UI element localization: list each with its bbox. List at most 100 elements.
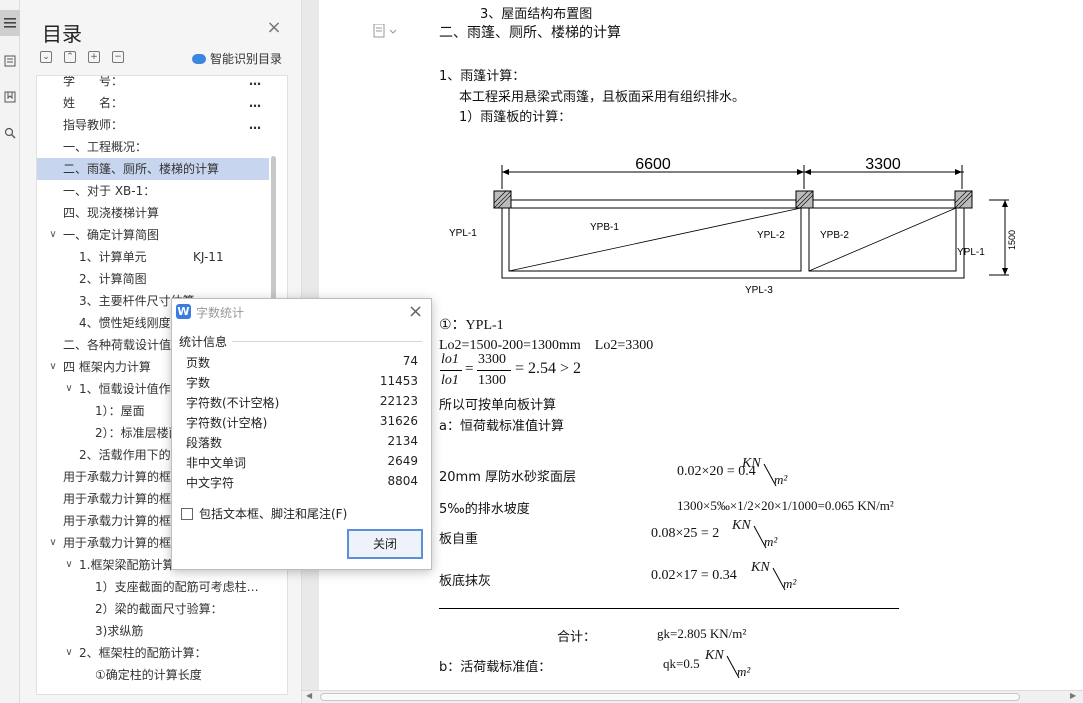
- stat-row: 字数 11453: [186, 374, 418, 394]
- toc-item[interactable]: ①确定柱的计算长度: [37, 664, 269, 686]
- expand-all-icon[interactable]: ⌄: [40, 51, 52, 63]
- toc-item-label: 指导教师：: [63, 118, 124, 132]
- label-ypl1-right: YPL-1: [957, 247, 985, 258]
- dialog-title: 字数统计: [196, 306, 245, 320]
- unit-fraction-5: KN m²: [705, 648, 751, 679]
- row4-value: 0.02×17 = 0.34: [651, 568, 737, 583]
- unit-fraction-3: KN m²: [732, 518, 778, 549]
- row2-label: 5‰的排水坡度: [439, 502, 530, 517]
- frac-den-right: 1300: [478, 373, 506, 388]
- stat-row: 中文字符 8804: [186, 474, 418, 494]
- toc-item[interactable]: 四、现浇楼梯计算: [37, 202, 269, 224]
- stats-section-title: 统计信息: [179, 335, 228, 349]
- live-load-title: b：活荷载标准值：: [439, 660, 552, 675]
- toc-item[interactable]: 1）支座截面的配筋可考虑柱…: [37, 576, 269, 598]
- toc-item[interactable]: ∨ 一、确定计算简图: [37, 224, 269, 246]
- chevron-down-icon[interactable]: ∨: [47, 224, 59, 246]
- section-heading: 二、雨篷、厕所、楼梯的计算: [439, 25, 621, 41]
- toc-item-label: 用于承载力计算的框: [63, 492, 172, 506]
- collapse-all-icon[interactable]: ⌃: [64, 51, 76, 63]
- stat-value: 22123: [379, 394, 418, 408]
- dialog-header[interactable]: W 字数统计 ×: [172, 299, 431, 325]
- toc-item-dots: …: [249, 96, 262, 110]
- bookmark-icon[interactable]: [0, 84, 20, 110]
- include-textbox-checkbox[interactable]: 包括文本框、脚注和尾注(F): [181, 505, 347, 522]
- toc-item[interactable]: 2、计算简图: [37, 268, 269, 290]
- cloud-icon: [192, 53, 206, 64]
- checkbox-icon[interactable]: [181, 507, 193, 520]
- toc-item-label: 1、计算单元: [79, 250, 147, 264]
- scroll-thumb[interactable]: [320, 693, 1020, 701]
- row3-value: 0.08×25 = 2: [651, 526, 720, 541]
- frac-num-left: lo1: [441, 352, 459, 367]
- add-heading-icon[interactable]: +: [88, 51, 100, 63]
- total-value: gk=2.805 KN/m²: [657, 626, 747, 641]
- chevron-down-icon[interactable]: ∨: [47, 532, 59, 554]
- toc-item-label: 2、活载作用下的: [79, 448, 171, 462]
- chevron-down-icon[interactable]: ∨: [63, 642, 75, 664]
- toc-item[interactable]: 一、工程概况：: [37, 136, 269, 158]
- subheading-canopy: 1、雨篷计算：: [439, 69, 526, 84]
- dim-6600: 6600: [635, 156, 671, 173]
- row4-label: 板底抹灰: [439, 574, 492, 589]
- toc-item-label: 四 框架内力计算: [63, 360, 151, 374]
- page-icon[interactable]: [373, 23, 399, 41]
- toc-item-label: 二、各种荷载设计值: [63, 338, 172, 352]
- toc-item-label: 一、对于 XB-1：: [63, 184, 156, 198]
- toc-item-label: 用于承载力计算的框: [63, 470, 172, 484]
- stat-label: 页数: [186, 356, 211, 370]
- label-ypb2: YPB-2: [820, 230, 849, 241]
- unit-fraction-4: KN m²: [751, 560, 797, 591]
- wps-logo-icon: W: [176, 304, 191, 319]
- find-icon[interactable]: [0, 120, 20, 146]
- toc-item[interactable]: 一、对于 XB-1：: [37, 180, 269, 202]
- stat-row: 段落数 2134: [186, 434, 418, 454]
- chevron-down-icon[interactable]: ∨: [63, 378, 75, 400]
- chapter-nav-icon[interactable]: [0, 48, 20, 74]
- toc-item-label: 2、计算简图: [79, 272, 147, 286]
- chevron-down-icon[interactable]: ∨: [47, 356, 59, 378]
- toc-item[interactable]: 3)求纵筋: [37, 620, 269, 642]
- stat-row: 字符数(计空格) 31626: [186, 414, 418, 434]
- scroll-left-icon[interactable]: ◀: [306, 691, 312, 700]
- stat-row: 字符数(不计空格) 22123: [186, 394, 418, 414]
- remove-heading-icon[interactable]: −: [112, 51, 124, 63]
- paragraph-canopy: 本工程采用悬梁式雨篷，且板面采用有组织排水。: [459, 90, 746, 105]
- toc-item[interactable]: ∨ 2、框架柱的配筋计算：: [37, 642, 269, 664]
- horizontal-scrollbar[interactable]: ◀ ▶: [302, 690, 1083, 703]
- checkbox-label: 包括文本框、脚注和尾注(F): [199, 507, 348, 521]
- toc-title: 目录: [42, 22, 82, 46]
- one-way-text: 所以可按单向板计算: [439, 398, 557, 413]
- scroll-right-icon[interactable]: ▶: [1070, 691, 1076, 700]
- stat-label: 字符数(计空格): [186, 416, 268, 430]
- close-button[interactable]: 关闭: [347, 529, 423, 559]
- toc-item-label: 4、惯性矩线刚度: [79, 316, 171, 330]
- toc-item[interactable]: 2）梁的截面尺寸验算：: [37, 598, 269, 620]
- subheading-slab: 1）雨篷板的计算：: [459, 110, 572, 125]
- stat-label: 非中文单词: [186, 456, 247, 470]
- toc-item[interactable]: 姓 名：…: [37, 92, 269, 114]
- toc-scrollbar[interactable]: [271, 156, 276, 306]
- close-icon[interactable]: ×: [408, 301, 423, 322]
- stat-label: 中文字符: [186, 476, 235, 490]
- stat-label: 字数: [186, 376, 211, 390]
- toc-item[interactable]: 指导教师：…: [37, 114, 269, 136]
- ypl1-heading: ①：YPL-1: [439, 318, 504, 333]
- toc-item[interactable]: 学 号：…: [37, 76, 269, 92]
- chevron-down-icon[interactable]: ∨: [63, 554, 75, 576]
- toc-toggle-icon[interactable]: [0, 10, 20, 36]
- toc-toolbar: ⌄ ⌃ + −: [40, 51, 124, 63]
- row3-label: 板自重: [439, 532, 479, 547]
- close-icon[interactable]: ×: [266, 19, 282, 37]
- toc-item-label: 一、确定计算简图: [63, 228, 160, 242]
- stat-row: 页数 74: [186, 354, 418, 374]
- canopy-diagram: 6600 3300 1500 YPL-1 YPB-1 YPL-2 YPB-2 Y…: [449, 156, 1017, 296]
- toc-item[interactable]: 1、计算单元 KJ-11: [37, 246, 269, 268]
- smart-toc-button[interactable]: 智能识别目录: [192, 50, 282, 67]
- live-load-value: qk=0.5: [663, 656, 700, 671]
- label-ypl3: YPL-3: [745, 285, 773, 296]
- toc-item[interactable]: 二、雨篷、厕所、楼梯的计算: [37, 158, 269, 180]
- stat-row: 非中文单词 2649: [186, 454, 418, 474]
- toc-item-label: 2、框架柱的配筋计算：: [79, 646, 207, 660]
- label-ypl1-left: YPL-1: [449, 228, 477, 239]
